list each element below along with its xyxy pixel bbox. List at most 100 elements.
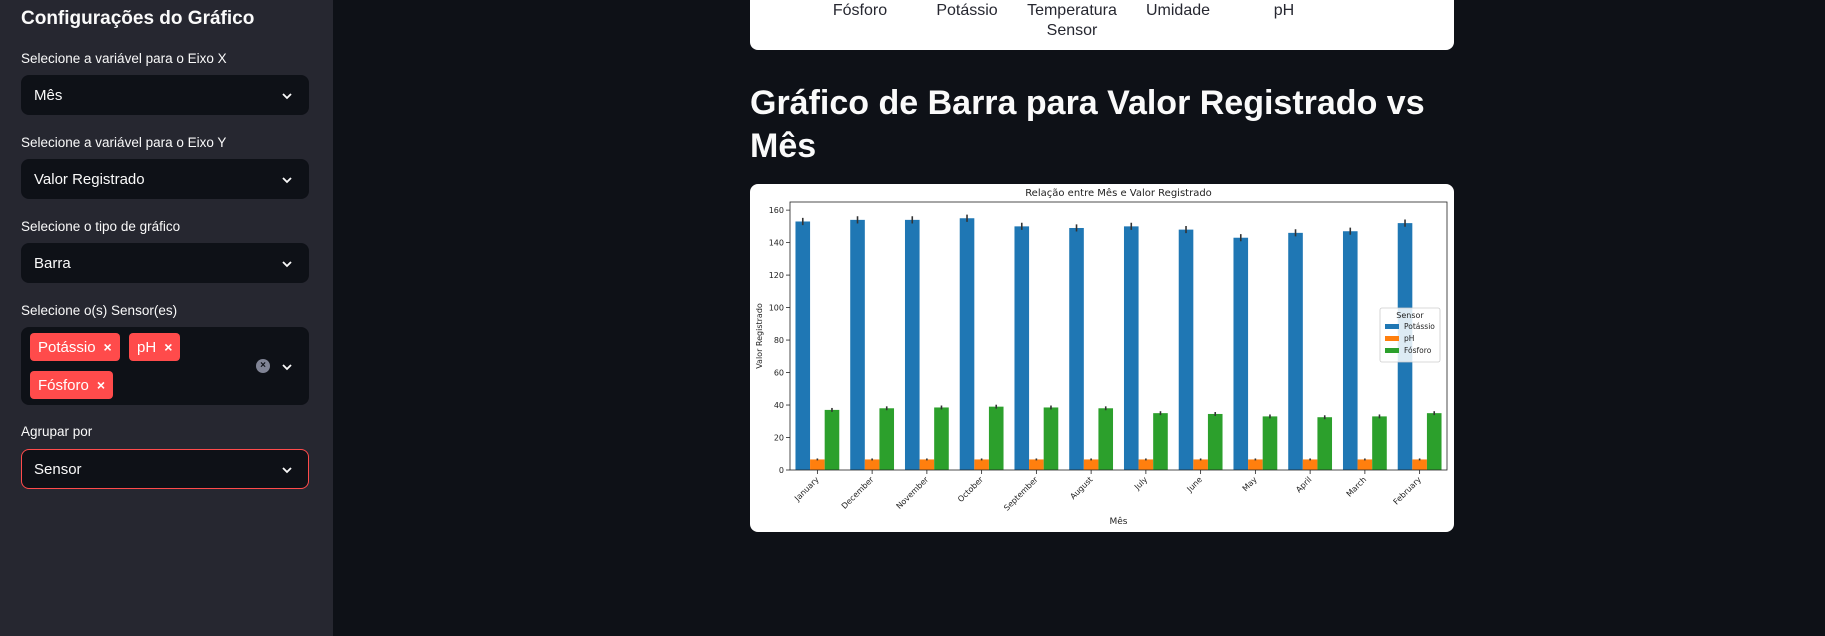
- x-tick-label: April: [1294, 475, 1313, 494]
- bar-potássio: [1288, 232, 1303, 470]
- chip-fosforo: Fósforo ×: [30, 371, 114, 399]
- bar-fósforo: [1153, 413, 1168, 470]
- bar-fósforo: [1043, 407, 1059, 470]
- legend-label: Potássio: [1404, 322, 1435, 331]
- bar-ph: [919, 459, 935, 470]
- chip-potassio: Potássio ×: [30, 333, 120, 361]
- bar-ph: [1412, 459, 1427, 470]
- clear-all-icon[interactable]: ×: [256, 359, 270, 373]
- y-tick-label: 80: [774, 336, 784, 345]
- bar-potássio: [850, 219, 865, 470]
- y-tick-label: 160: [769, 206, 784, 215]
- bar-potássio: [1069, 227, 1084, 470]
- sidebar: Configurações do Gráfico Selecione a var…: [0, 0, 333, 636]
- y-axis-label: Selecione a variável para o Eixo Y: [21, 135, 227, 150]
- bar-ph: [864, 459, 880, 470]
- bar-ph: [1029, 459, 1044, 470]
- remove-chip-icon[interactable]: ×: [164, 339, 172, 355]
- table-header-umidade: Umidade: [1145, 2, 1211, 19]
- group-by-label: Agrupar por: [21, 424, 93, 439]
- chevron-down-icon: [282, 177, 292, 184]
- legend-label: Fósforo: [1404, 346, 1432, 355]
- chart-type-label: Selecione o tipo de gráfico: [21, 219, 181, 234]
- legend-title: Sensor: [1396, 311, 1424, 320]
- x-tick-label: January: [792, 475, 821, 504]
- y-axis-title: Valor Registrado: [755, 303, 764, 369]
- x-tick-label: June: [1185, 475, 1204, 494]
- bar-fósforo: [1262, 416, 1278, 470]
- bar-fósforo: [934, 407, 949, 470]
- bar-fósforo: [1372, 416, 1387, 470]
- bar-fósforo: [1317, 417, 1333, 470]
- legend-swatch: [1385, 336, 1399, 341]
- chart-type-value: Barra: [34, 255, 71, 272]
- x-tick-label: October: [956, 475, 986, 505]
- bar-ph: [810, 459, 825, 470]
- table-header-potassio: Potássio: [936, 2, 998, 19]
- y-tick-label: 100: [769, 304, 784, 313]
- bar-ph: [1248, 459, 1263, 470]
- bar-potássio: [1123, 226, 1139, 470]
- chip-label: Fósforo: [38, 376, 89, 394]
- y-tick-label: 140: [769, 239, 784, 248]
- chevron-down-icon[interactable]: [280, 360, 294, 374]
- bar-ph: [974, 459, 989, 470]
- bar-fósforo: [824, 409, 840, 470]
- x-tick-label: May: [1241, 475, 1259, 493]
- bar-ph: [1302, 459, 1318, 470]
- bar-fósforo: [988, 406, 1004, 470]
- sensors-label: Selecione o(s) Sensor(es): [21, 303, 178, 318]
- table-header-fosforo: Fósforo: [832, 2, 888, 19]
- x-tick-label: December: [840, 475, 876, 511]
- x-tick-label: February: [1392, 475, 1424, 507]
- bar-potássio: [1233, 237, 1249, 470]
- y-axis-value: Valor Registrado: [34, 171, 145, 188]
- x-axis-label: Selecione a variável para o Eixo X: [21, 51, 227, 66]
- chart-title: Relação entre Mês e Valor Registrado: [1025, 187, 1212, 199]
- bar-potássio: [1178, 229, 1194, 470]
- y-tick-label: 120: [769, 271, 784, 280]
- remove-chip-icon[interactable]: ×: [104, 339, 112, 355]
- bar-potássio: [1342, 231, 1358, 470]
- bar-chart: Relação entre Mês e Valor Registrado 0 20 4…: [755, 187, 1448, 527]
- chevron-down-icon: [282, 93, 292, 100]
- table-header-temperatura: Temperatura Sensor: [1027, 2, 1117, 39]
- bar-ph: [1138, 459, 1154, 470]
- chip-label: pH: [137, 338, 157, 356]
- y-tick-label: 60: [774, 369, 784, 378]
- bar-ph: [1083, 459, 1099, 470]
- bar-potássio: [795, 221, 811, 470]
- chip-ph: pH ×: [129, 333, 181, 361]
- y-tick-label: 0: [779, 466, 784, 475]
- bar-fósforo: [1207, 413, 1223, 470]
- chart-card: Relação entre Mês e Valor Registrado 0 20 4…: [750, 184, 1454, 532]
- x-axis-value: Mês: [34, 87, 63, 104]
- legend-label: pH: [1404, 334, 1414, 343]
- table-header-ph: pH: [1273, 2, 1295, 19]
- x-tick-label: November: [894, 475, 930, 511]
- group-by-select[interactable]: Sensor: [21, 449, 309, 489]
- bar-ph: [1193, 459, 1208, 470]
- x-tick-label: July: [1132, 475, 1149, 492]
- group-by-value: Sensor: [34, 461, 82, 478]
- sensors-multiselect[interactable]: Potássio × pH × Fósforo × ×: [21, 327, 309, 405]
- sidebar-title: Configurações do Gráfico: [21, 8, 255, 29]
- chart-type-select[interactable]: Barra: [21, 243, 309, 283]
- y-tick-label: 40: [774, 401, 784, 410]
- x-axis-select[interactable]: Mês: [21, 75, 309, 115]
- bar-fósforo: [1426, 413, 1442, 470]
- chip-label: Potássio: [38, 338, 96, 356]
- y-axis-select[interactable]: Valor Registrado: [21, 159, 309, 199]
- x-axis-title: Mês: [1110, 516, 1128, 527]
- x-tick-label: September: [1002, 475, 1040, 513]
- chart-heading: Gráfico de Barra para Valor Registrado v…: [750, 84, 1425, 165]
- bar-potássio: [904, 219, 920, 470]
- bar-ph: [1357, 459, 1373, 470]
- bar-potássio: [1014, 226, 1030, 470]
- legend-swatch: [1385, 324, 1399, 329]
- remove-chip-icon[interactable]: ×: [97, 377, 105, 393]
- chevron-down-icon: [282, 467, 292, 474]
- x-tick-label: August: [1068, 475, 1094, 501]
- x-tick-label: March: [1345, 475, 1369, 499]
- chevron-down-icon: [282, 261, 292, 268]
